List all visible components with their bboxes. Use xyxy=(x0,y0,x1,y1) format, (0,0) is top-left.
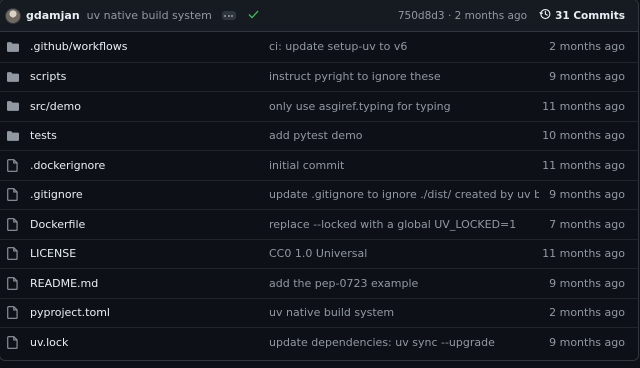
file-name-link[interactable]: uv.lock xyxy=(30,336,269,349)
commits-history-link[interactable]: 31 Commits xyxy=(539,8,625,23)
file-name-link[interactable]: .github/workflows xyxy=(30,40,269,53)
file-name-link[interactable]: README.md xyxy=(30,277,269,290)
file-commit-age: 9 months ago xyxy=(549,276,625,290)
file-commit-message-link[interactable]: replace --locked with a global UV_LOCKED… xyxy=(269,218,539,231)
file-row[interactable]: Dockerfile replace --locked with a global… xyxy=(0,209,638,239)
file-commit-age: 2 months ago xyxy=(549,306,625,320)
file-row[interactable]: uv.lock update dependencies: uv sync --up… xyxy=(0,327,638,357)
file-commit-message-link[interactable]: instruct pyright to ignore these xyxy=(269,70,539,83)
folder-icon xyxy=(7,41,19,52)
expand-commit-button[interactable] xyxy=(221,11,236,20)
file-row[interactable]: LICENSE CC0 1.0 Universal 11 months ago xyxy=(0,238,638,269)
avatar[interactable] xyxy=(5,7,21,24)
file-name-link[interactable]: LICENSE xyxy=(30,247,269,260)
file-commit-age: 10 months ago xyxy=(542,129,625,143)
file-commit-age: 7 months ago xyxy=(549,217,625,231)
file-commit-message-link[interactable]: update dependencies: uv sync --upgrade xyxy=(269,336,539,349)
file-commit-message-link[interactable]: ci: update setup-uv to v6 xyxy=(269,40,539,53)
file-name-link[interactable]: tests xyxy=(30,129,269,142)
file-commit-age: 2 months ago xyxy=(549,40,625,54)
file-row[interactable]: scripts instruct pyright to ignore these 9… xyxy=(0,61,638,92)
file-name-link[interactable]: src/demo xyxy=(30,100,269,113)
commits-count: 31 Commits xyxy=(555,9,625,22)
file-row[interactable]: .gitignore update .gitignore to ignore ./… xyxy=(0,179,638,210)
file-icon xyxy=(7,276,19,290)
file-icon xyxy=(7,188,19,202)
file-browser: gdamjan uv native build system 750d8d3 ·… xyxy=(0,0,639,361)
file-row[interactable]: pyproject.toml uv native build system 2 mo… xyxy=(0,297,638,328)
file-commit-message-link[interactable]: initial commit xyxy=(269,159,539,172)
file-icon xyxy=(7,247,19,261)
file-row[interactable]: .github/workflows ci: update setup-uv to … xyxy=(0,32,638,62)
file-name-link[interactable]: scripts xyxy=(30,70,269,83)
file-icon xyxy=(7,306,19,320)
file-row[interactable]: src/demo only use asgiref.typing for typi… xyxy=(0,91,638,121)
file-commit-age: 11 months ago xyxy=(542,158,625,172)
latest-commit-bar: gdamjan uv native build system 750d8d3 ·… xyxy=(0,0,638,32)
file-name-link[interactable]: .gitignore xyxy=(30,188,269,201)
check-status-icon[interactable] xyxy=(248,9,259,22)
folder-icon xyxy=(7,71,19,82)
file-commit-age: 11 months ago xyxy=(542,99,625,113)
file-commit-message-link[interactable]: update .gitignore to ignore ./dist/ crea… xyxy=(269,188,539,201)
file-commit-age: 9 months ago xyxy=(549,70,625,84)
commit-author[interactable]: gdamjan xyxy=(26,9,80,22)
file-icon xyxy=(7,335,19,349)
file-commit-message-link[interactable]: only use asgiref.typing for typing xyxy=(269,100,539,113)
file-row[interactable]: .dockerignore initial commit 11 months ago xyxy=(0,150,638,180)
file-commit-message-link[interactable]: add the pep-0723 example xyxy=(269,277,539,290)
file-row[interactable]: README.md add the pep-0723 example 9 month… xyxy=(0,268,638,298)
file-commit-message-link[interactable]: uv native build system xyxy=(269,306,539,319)
file-name-link[interactable]: Dockerfile xyxy=(30,218,269,231)
file-commit-age: 11 months ago xyxy=(542,247,625,261)
file-commit-message-link[interactable]: add pytest demo xyxy=(269,129,539,142)
history-icon xyxy=(539,8,551,23)
commit-message[interactable]: uv native build system xyxy=(87,9,212,22)
file-commit-age: 9 months ago xyxy=(549,188,625,202)
file-commit-message-link[interactable]: CC0 1.0 Universal xyxy=(269,247,539,260)
file-icon xyxy=(7,158,19,172)
folder-icon xyxy=(7,130,19,141)
file-commit-age: 9 months ago xyxy=(549,335,625,349)
file-row[interactable]: tests add pytest demo 10 months ago xyxy=(0,120,638,151)
file-icon xyxy=(7,217,19,231)
commit-sha-age[interactable]: 750d8d3 · 2 months ago xyxy=(398,10,527,22)
file-name-link[interactable]: .dockerignore xyxy=(30,159,269,172)
file-name-link[interactable]: pyproject.toml xyxy=(30,306,269,319)
folder-icon xyxy=(7,101,19,112)
file-list: .github/workflows ci: update setup-uv to … xyxy=(0,32,638,357)
